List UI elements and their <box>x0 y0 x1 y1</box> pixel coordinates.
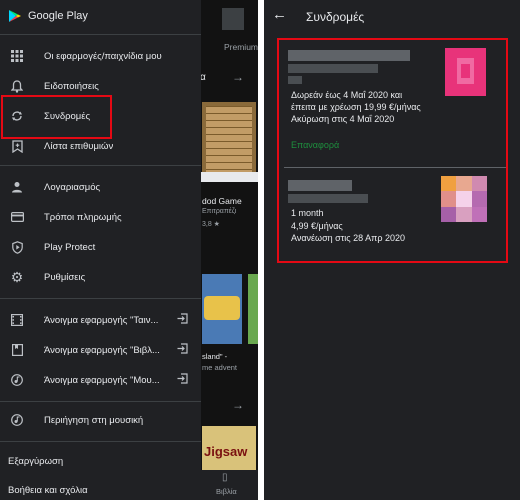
music-icon <box>10 373 24 387</box>
highlight-box <box>1 95 112 139</box>
drawer-item-label: Ειδοποιήσεις <box>44 80 99 92</box>
open-external-icon[interactable] <box>177 343 188 357</box>
bg-bottom-nav: ▯ Βιβλία <box>200 470 258 500</box>
bg-app2-line1: sland" - <box>202 352 228 361</box>
music-note-icon <box>10 413 24 427</box>
brand-title: Google Play <box>28 10 88 22</box>
gear-icon: ⚙ <box>10 268 24 285</box>
drawer-item-label: Ρυθμίσεις <box>44 271 86 283</box>
drawer-item-label: Τρόποι πληρωμής <box>44 211 122 223</box>
shield-icon <box>10 240 24 254</box>
bg-premium-tab: Premium <box>224 42 258 52</box>
drawer-item-open-books[interactable]: Άνοιγμα εφαρμογής "Βιβλ... <box>0 335 201 365</box>
drawer-item-label: Λογαριασμός <box>44 181 101 193</box>
bg-jigsaw-thumbnail: Jigsaw <box>202 426 256 474</box>
book-icon <box>10 343 24 357</box>
film-icon <box>10 313 24 327</box>
bg-arrow2-icon: → <box>232 398 244 412</box>
drawer-item-label: Άνοιγμα εφαρμογής "Ταιν... <box>44 314 159 326</box>
redeem-link[interactable]: Εξαργύρωση <box>8 456 63 467</box>
credit-card-icon <box>10 210 24 224</box>
drawer-item-settings[interactable]: ⚙ Ρυθμίσεις <box>0 262 201 292</box>
drawer-item-open-music[interactable]: Άνοιγμα εφαρμογής "Μου... <box>0 365 201 395</box>
drawer-item-label: Play Protect <box>44 241 96 253</box>
drawer-item-account[interactable]: Λογαριασμός <box>0 172 201 202</box>
drawer-item-label: Άνοιγμα εφαρμογής "Βιβλ... <box>44 344 160 356</box>
drawer-item-browse-music[interactable]: Περιήγηση στη μουσική <box>0 405 201 435</box>
help-feedback-link[interactable]: Βοήθεια και σχόλια <box>8 485 88 496</box>
bg-search-box <box>222 8 244 30</box>
drawer-item-play-protect[interactable]: Play Protect <box>0 232 201 262</box>
bg-app2-line2: me advent <box>202 363 238 372</box>
google-play-logo-icon <box>8 9 22 23</box>
bg-arrow-icon: → <box>232 70 244 84</box>
drawer-item-open-movies[interactable]: Άνοιγμα εφαρμογής "Ταιν... <box>0 305 201 335</box>
bookmark-plus-icon <box>10 139 24 153</box>
person-icon <box>10 180 24 194</box>
drawer-item-payment-methods[interactable]: Τρόποι πληρωμής <box>0 202 201 232</box>
drawer-item-label: Λίστα επιθυμιών <box>44 140 114 152</box>
drawer-item-label: Περιήγηση στη μουσική <box>44 414 144 426</box>
background-app: Premium α → dod Game Επιτραπέζι 3,8 ★ sl… <box>198 0 258 500</box>
drawer-item-label: Οι εφαρμογές/παιχνίδια μου <box>44 50 162 62</box>
page-title: Συνδρομές <box>306 10 365 24</box>
bg-bottom-tab-label: Βιβλία <box>216 487 237 496</box>
bg-app2-thumbnail <box>202 274 242 344</box>
drawer-item-my-apps[interactable]: Οι εφαρμογές/παιχνίδια μου <box>0 41 201 71</box>
bg-game-title: dod Game <box>202 196 242 206</box>
drawer-item-label: Άνοιγμα εφαρμογής "Μου... <box>44 374 160 386</box>
highlight-box <box>277 38 508 263</box>
back-arrow-icon[interactable]: ← <box>272 6 287 23</box>
open-external-icon[interactable] <box>177 373 188 387</box>
bg-game-rating: 3,8 ★ <box>202 221 220 228</box>
bell-icon <box>10 79 24 93</box>
open-external-icon[interactable] <box>177 313 188 327</box>
navigation-drawer: Google Play Οι εφαρμογές/παιχνίδια μου Ε… <box>0 0 201 500</box>
left-screen: Premium α → dod Game Επιτραπέζι 3,8 ★ sl… <box>0 0 258 500</box>
bg-game-thumbnail <box>202 102 256 180</box>
bg-game-sub: Επιτραπέζι <box>202 208 237 215</box>
subscriptions-screen: ← Συνδρομές Δωρεάν έως 4 Μαΐ 2020 και έπ… <box>264 0 520 500</box>
apps-grid-icon <box>10 49 24 63</box>
